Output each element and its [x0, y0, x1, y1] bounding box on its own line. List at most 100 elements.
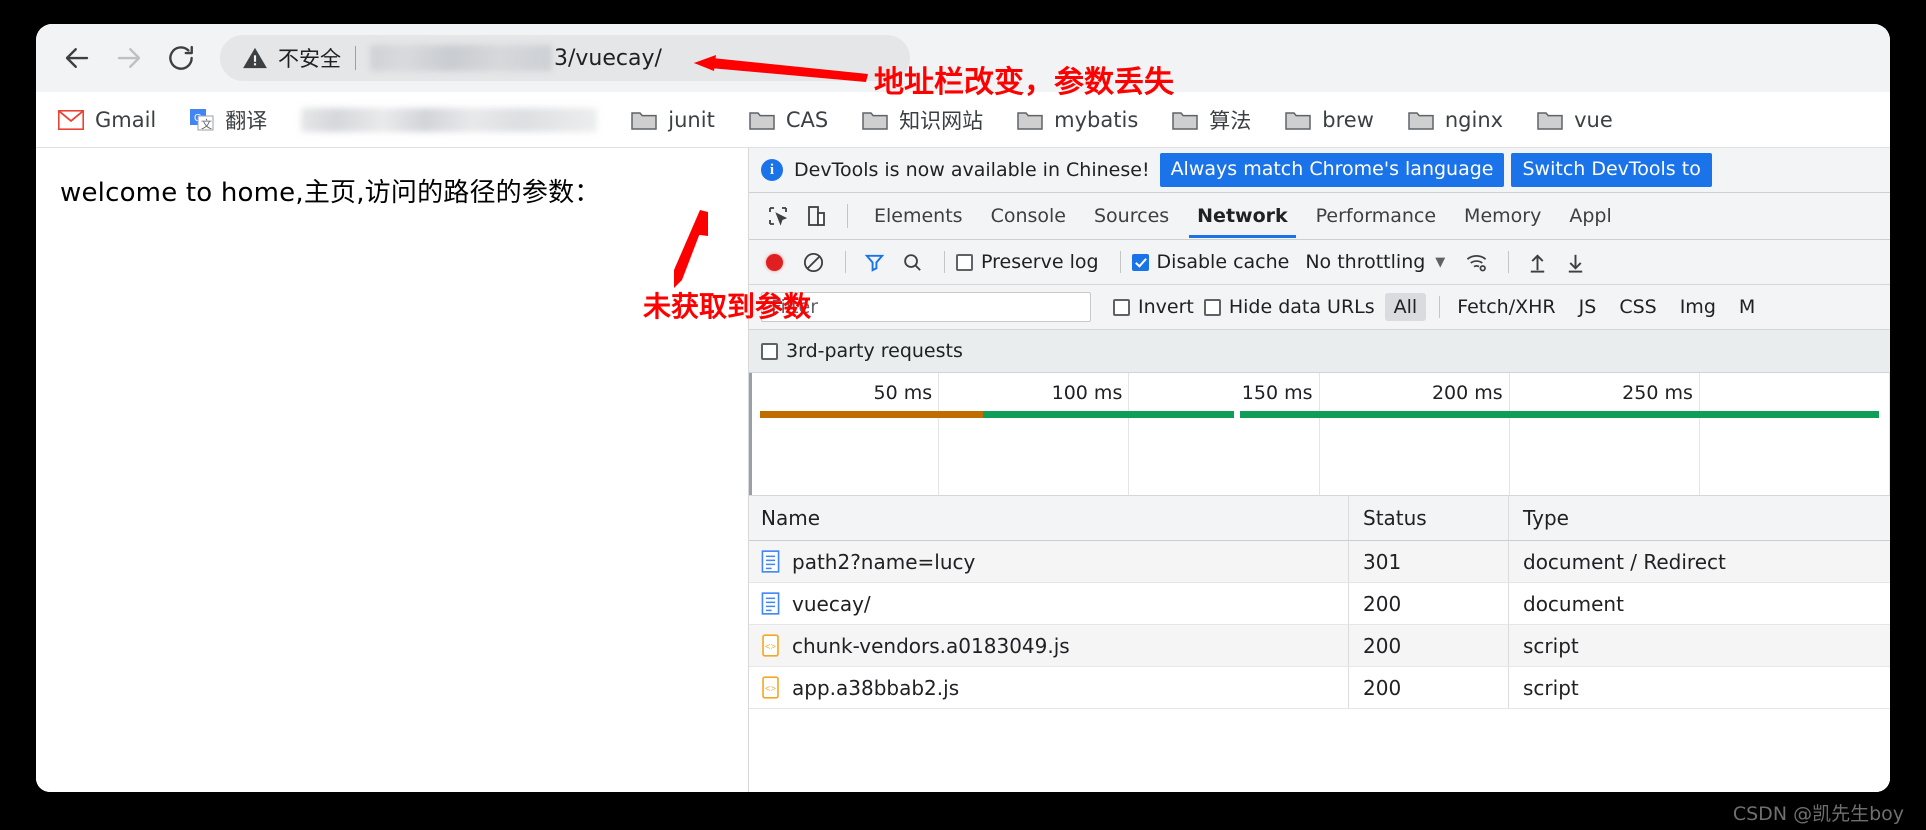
tab-sources[interactable]: Sources — [1080, 194, 1183, 238]
table-row[interactable]: vuecay/ 200 document — [749, 583, 1890, 625]
funnel-filter-icon[interactable] — [857, 245, 891, 279]
info-icon: i — [761, 159, 783, 181]
warning-triangle-icon[interactable] — [242, 45, 268, 71]
annotation-arrow-url — [694, 55, 868, 82]
bookmark-algorithms[interactable]: 算法 — [1172, 105, 1251, 135]
tab-application[interactable]: Appl — [1555, 194, 1625, 238]
checkbox-box — [956, 253, 973, 271]
tab-console[interactable]: Console — [977, 194, 1080, 238]
bookmark-label: nginx — [1444, 107, 1504, 132]
bookmark-label: mybatis — [1054, 107, 1139, 132]
back-button[interactable] — [54, 35, 100, 81]
page-body-text: welcome to home,主页,访问的路径的参数： — [60, 178, 601, 208]
omnibox-divider — [355, 46, 356, 70]
tab-performance[interactable]: Performance — [1302, 194, 1450, 238]
request-name-cell: <> app.a38bbab2.js — [749, 667, 1349, 708]
table-row[interactable]: <> app.a38bbab2.js 200 script — [749, 667, 1890, 709]
filter-type-fetch-xhr[interactable]: Fetch/XHR — [1448, 293, 1564, 321]
folder-icon — [749, 112, 775, 130]
filter-type-img[interactable]: Img — [1671, 293, 1725, 321]
timeline-bar — [760, 411, 983, 418]
toolbar-divider — [1508, 251, 1510, 273]
forward-button[interactable] — [106, 35, 152, 81]
bookmark-brew[interactable]: brew — [1285, 108, 1374, 132]
folder-icon — [1172, 112, 1199, 130]
bookmark-nginx[interactable]: nginx — [1408, 108, 1503, 132]
network-conditions-icon[interactable] — [1459, 245, 1493, 279]
bookmark-vue[interactable]: vue — [1537, 108, 1613, 132]
device-toolbar-icon[interactable] — [799, 199, 833, 233]
csdn-watermark: CSDN @凯先生boy — [1732, 803, 1904, 825]
filter-type-media[interactable]: M — [1730, 293, 1764, 321]
request-type-cell: script — [1523, 633, 1579, 658]
filter-type-all[interactable]: All — [1384, 293, 1427, 321]
column-header-type[interactable]: Type — [1509, 496, 1890, 540]
timeline-tick: 50 ms — [749, 373, 940, 495]
chevron-down-icon[interactable]: ▼ — [1435, 255, 1445, 270]
third-party-requests-label: 3rd-party requests — [786, 340, 963, 362]
tick-label: 50 ms — [873, 382, 933, 404]
bookmark-label: 算法 — [1209, 108, 1252, 133]
request-type-cell: document / Redirect — [1523, 549, 1726, 574]
tick-label: 200 ms — [1431, 382, 1503, 404]
bookmark-mybatis[interactable]: mybatis — [1017, 108, 1138, 132]
bookmark-label: 知识网站 — [899, 108, 984, 133]
checkbox-box — [1113, 298, 1130, 316]
bookmark-label: Gmail — [95, 107, 157, 132]
checkbox-box — [1131, 253, 1149, 271]
tab-elements[interactable]: Elements — [860, 194, 977, 238]
content-area: welcome to home,主页,访问的路径的参数： i DevTools … — [36, 148, 1890, 792]
always-match-language-button[interactable]: Always match Chrome's language — [1159, 153, 1505, 187]
tabbar-divider — [847, 204, 848, 228]
request-type-cell: document — [1523, 591, 1624, 616]
record-dot-icon[interactable] — [766, 253, 783, 271]
filter-type-css[interactable]: CSS — [1610, 293, 1665, 321]
bookmark-junit[interactable]: junit — [631, 108, 715, 132]
devtools-tabbar: Elements Console Sources Network Perform… — [749, 193, 1890, 240]
document-icon — [761, 592, 780, 615]
request-type-cell: script — [1523, 675, 1579, 700]
annotation-param-note: 未获取到参数 — [643, 290, 812, 323]
switch-devtools-language-button[interactable]: Switch DevTools to — [1511, 153, 1712, 187]
tab-memory[interactable]: Memory — [1450, 194, 1555, 238]
search-icon[interactable] — [895, 245, 929, 279]
filter-type-js[interactable]: JS — [1570, 293, 1606, 321]
folder-icon — [1285, 112, 1312, 130]
request-name-label: app.a38bbab2.js — [792, 675, 960, 700]
disable-cache-checkbox[interactable]: Disable cache — [1131, 251, 1289, 273]
folder-icon — [862, 112, 888, 130]
bookmark-cas[interactable]: CAS — [749, 108, 828, 132]
tab-network[interactable]: Network — [1183, 194, 1301, 238]
table-row[interactable]: path2?name=lucy 301 document / Redirect — [749, 541, 1890, 583]
folder-icon — [1537, 112, 1563, 130]
annotation-arrow-param — [674, 210, 708, 288]
folder-icon — [631, 112, 658, 130]
preserve-log-label: Preserve log — [981, 251, 1099, 273]
table-row[interactable]: <> chunk-vendors.a0183049.js 200 script — [749, 625, 1890, 667]
import-har-icon[interactable] — [1520, 245, 1554, 279]
bookmark-gmail[interactable]: Gmail — [58, 108, 156, 132]
clear-no-entry-icon[interactable] — [796, 245, 830, 279]
request-name-cell: vuecay/ — [749, 583, 1349, 624]
hide-data-urls-checkbox[interactable]: Hide data URLs — [1203, 296, 1375, 318]
throttling-select[interactable]: No throttling — [1305, 251, 1425, 273]
svg-text:<>: <> — [765, 642, 776, 653]
inspect-element-icon[interactable] — [761, 199, 795, 233]
network-toolbar: Preserve log Disable cache No throttling… — [749, 240, 1890, 285]
bookmark-translate[interactable]: G 文 翻译 — [190, 105, 267, 135]
invert-label: Invert — [1138, 296, 1194, 318]
reload-button[interactable] — [158, 35, 204, 81]
request-status-cell: 200 — [1349, 625, 1509, 666]
timeline-left-handle[interactable] — [749, 373, 752, 495]
export-har-icon[interactable] — [1558, 245, 1592, 279]
network-overview-timeline[interactable]: 50 ms 100 ms 150 ms 200 ms 250 ms — [749, 373, 1890, 496]
invert-checkbox[interactable]: Invert — [1113, 296, 1194, 318]
network-filter-bar: Filter Invert Hide data URLs All Fetch/X… — [749, 285, 1890, 330]
bookmark-knowledge-site[interactable]: 知识网站 — [862, 105, 983, 135]
column-header-status[interactable]: Status — [1349, 496, 1509, 540]
preserve-log-checkbox[interactable]: Preserve log — [956, 251, 1099, 273]
gmail-icon — [58, 109, 84, 130]
svg-text:文: 文 — [201, 117, 212, 131]
column-header-name[interactable]: Name — [749, 496, 1349, 540]
third-party-requests-checkbox[interactable]: 3rd-party requests — [761, 340, 963, 362]
